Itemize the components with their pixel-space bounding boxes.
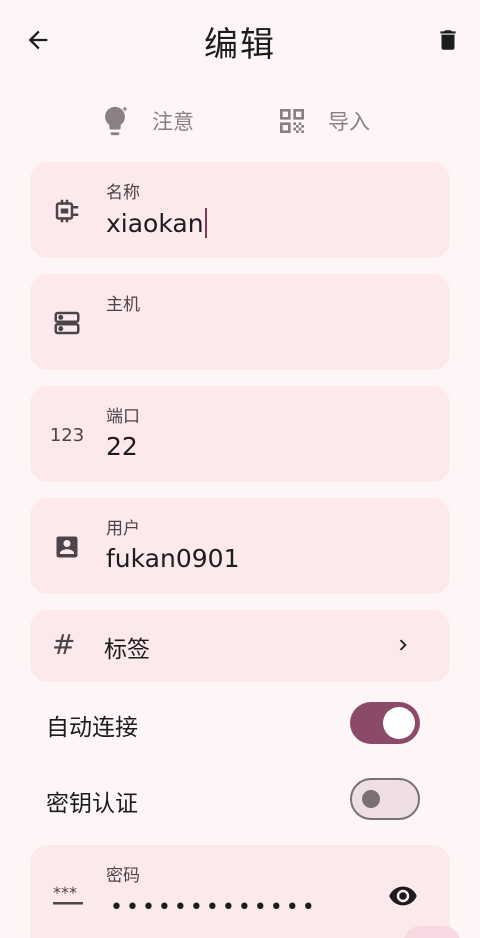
user-input[interactable]: fukan0901 (106, 544, 239, 573)
account-box-icon (52, 532, 82, 562)
user-field[interactable]: 用户 fukan0901 (30, 498, 450, 594)
numeric-icon: 123 (49, 420, 85, 450)
eye-icon[interactable] (388, 881, 418, 915)
trash-icon (440, 30, 456, 50)
server-icon (52, 308, 82, 338)
numeric-icon-text: 123 (49, 424, 85, 446)
password-input[interactable]: ••••••••••••• (110, 895, 318, 920)
key-auth-label: 密钥认证 (46, 791, 138, 817)
key-auth-row: 密钥认证 (46, 778, 436, 822)
svg-text:***: *** (53, 883, 77, 902)
port-label: 端口 (106, 407, 140, 427)
password-field[interactable]: *** 密码 ••••••••••••• (30, 845, 450, 938)
name-field[interactable]: 名称 xiaokan (30, 162, 450, 258)
name-input[interactable]: xiaokan (106, 208, 207, 238)
top-app-bar: 编辑 (0, 0, 480, 80)
badge-icon (52, 196, 82, 226)
auto-connect-label: 自动连接 (46, 715, 138, 741)
delete-button[interactable] (432, 24, 464, 56)
toggle-knob (383, 707, 415, 739)
tags-row[interactable]: # 标签 (30, 610, 450, 682)
auto-connect-row: 自动连接 (46, 702, 436, 746)
key-auth-toggle[interactable] (350, 778, 420, 820)
user-label: 用户 (106, 519, 140, 539)
port-input[interactable]: 22 (106, 432, 138, 461)
tags-label: 标签 (104, 637, 150, 663)
host-label: 主机 (106, 295, 140, 315)
floating-action-button[interactable] (404, 926, 460, 938)
chevron-right-icon (392, 634, 414, 660)
name-label: 名称 (106, 183, 140, 203)
lightbulb-icon (105, 106, 128, 136)
note-action[interactable]: 注意 (98, 100, 194, 142)
auto-connect-toggle[interactable] (350, 702, 420, 744)
toggle-knob (362, 790, 380, 808)
host-field[interactable]: 主机 (30, 274, 450, 370)
qr-code-icon (280, 109, 304, 133)
import-label: 导入 (328, 110, 370, 134)
password-icon: *** (52, 881, 84, 913)
port-field[interactable]: 123 端口 22 (30, 386, 450, 482)
page-title: 编辑 (204, 25, 276, 65)
import-action[interactable]: 导入 (276, 100, 370, 142)
note-label: 注意 (152, 110, 194, 134)
password-label: 密码 (106, 866, 140, 886)
text-cursor (204, 208, 207, 238)
hash-icon: # (52, 628, 76, 661)
